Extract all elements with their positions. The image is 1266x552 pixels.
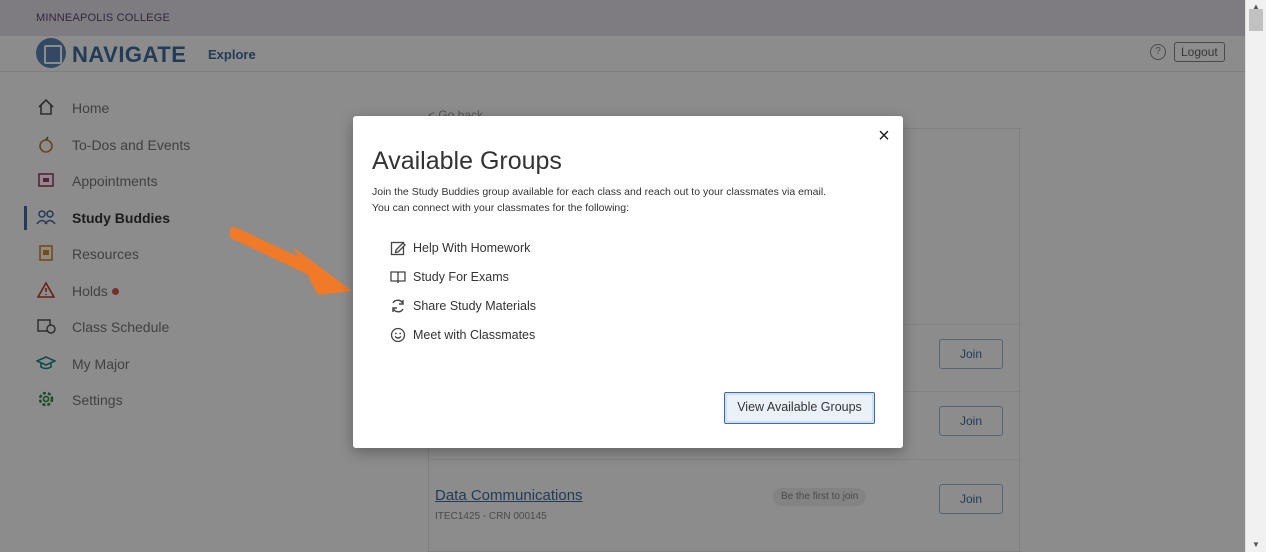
feature-meet-with-classmates: Meet with Classmates: [389, 326, 535, 344]
modal-description: Join the Study Buddies group available f…: [372, 184, 892, 216]
smiley-icon: [389, 326, 407, 344]
available-groups-modal: × Available Groups Join the Study Buddie…: [353, 116, 903, 448]
feature-share-study-materials: Share Study Materials: [389, 297, 536, 315]
modal-title: Available Groups: [372, 147, 562, 175]
book-icon: [389, 268, 407, 286]
feature-label: Share Study Materials: [413, 299, 536, 313]
page-scrollbar[interactable]: ▲ ▼: [1245, 0, 1266, 552]
scroll-thumb[interactable]: [1249, 9, 1263, 31]
feature-study-for-exams: Study For Exams: [389, 268, 509, 286]
feature-label: Meet with Classmates: [413, 328, 536, 342]
refresh-icon: [389, 297, 407, 315]
feature-label: Help With Homework: [413, 241, 531, 255]
modal-description-line: Join the Study Buddies group available f…: [372, 186, 827, 198]
orange-arrow-icon: [230, 227, 352, 295]
modal-description-line: You can connect with your classmates for…: [372, 202, 629, 214]
feature-label: Study For Exams: [413, 270, 509, 284]
scroll-down-icon[interactable]: ▼: [1252, 540, 1260, 549]
feature-help-with-homework: Help With Homework: [389, 239, 530, 257]
edit-icon: [389, 239, 407, 257]
view-available-groups-button[interactable]: View Available Groups: [724, 392, 875, 424]
close-icon[interactable]: ×: [874, 126, 894, 146]
